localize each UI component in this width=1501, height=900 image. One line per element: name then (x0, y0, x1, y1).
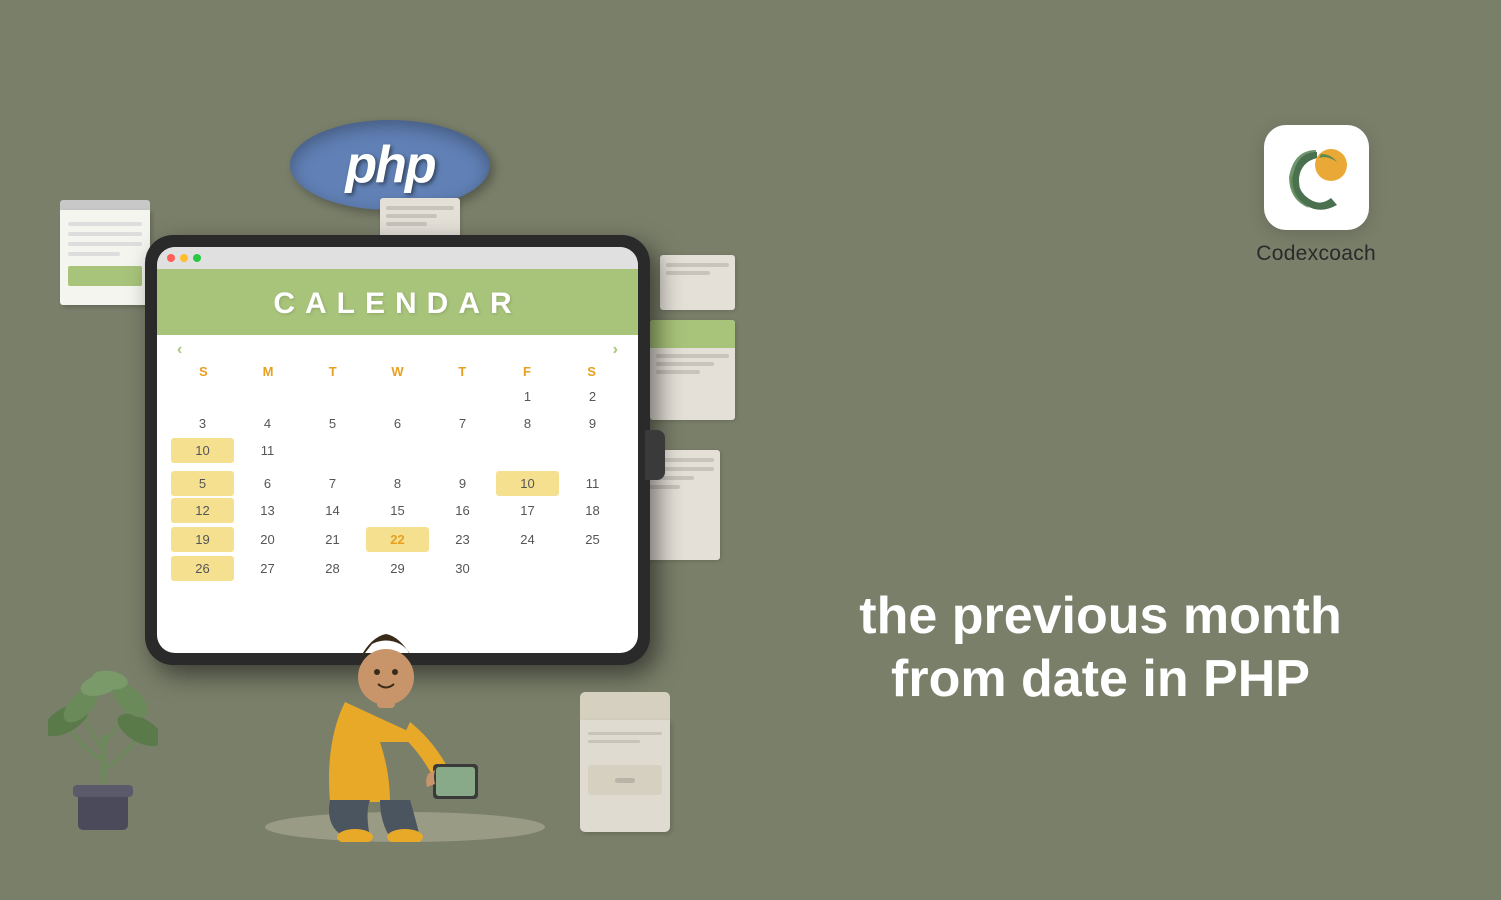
cal-day-11b: 11 (561, 471, 624, 496)
cabinet-furniture (580, 692, 670, 832)
day-headers: S M T W T F S (157, 361, 638, 382)
codexcoach-logo-box (1264, 125, 1369, 230)
calendar-nav: ‹ › (157, 335, 638, 361)
plant-illustration (48, 605, 158, 835)
cal-day-18: 18 (561, 498, 624, 523)
day-M: M (236, 361, 301, 382)
cal-day-9: 9 (561, 411, 624, 436)
person-illustration (215, 542, 595, 842)
day-T2: T (430, 361, 495, 382)
tablet-button (645, 430, 665, 480)
cal-day-15: 15 (366, 498, 429, 523)
calendar-days-row4: 12 13 14 15 16 17 18 (157, 496, 638, 525)
cal-day-6: 6 (366, 411, 429, 436)
cal-day-7b: 7 (301, 471, 364, 496)
dot-yellow (180, 254, 188, 262)
cal-day-7: 7 (431, 411, 494, 436)
deco-card-right-top (660, 255, 735, 310)
heading-line2: from date in PHP (760, 648, 1441, 710)
cal-day-8b: 8 (366, 471, 429, 496)
dot-green (193, 254, 201, 262)
codexcoach-branding: Codexcoach (1256, 125, 1376, 266)
calendar-days-row3: 5 6 7 8 9 10 11 (157, 471, 638, 496)
day-empty5 (431, 384, 494, 409)
day-S1: S (171, 361, 236, 382)
day-empty2 (236, 384, 299, 409)
cal-day-11: 11 (236, 438, 299, 463)
day-T1: T (300, 361, 365, 382)
cal-day-4: 4 (236, 411, 299, 436)
php-logo-text: php (345, 135, 434, 195)
cal-day-10b: 10 (496, 471, 559, 496)
cal-day-2: 2 (561, 384, 624, 409)
calendar-header: CALENDAR (157, 269, 638, 335)
codexcoach-logo-svg (1279, 140, 1354, 215)
cal-day-3: 3 (171, 411, 234, 436)
cal-day-6b: 6 (236, 471, 299, 496)
cal-day-9b: 9 (431, 471, 494, 496)
day-W: W (365, 361, 430, 382)
day-F: F (495, 361, 560, 382)
calendar-title: CALENDAR (273, 287, 521, 320)
cal-day-14: 14 (301, 498, 364, 523)
nav-next: › (613, 341, 618, 359)
php-logo: php (290, 120, 490, 210)
day-empty3 (301, 384, 364, 409)
nav-prev: ‹ (177, 341, 182, 359)
cal-day-1: 1 (496, 384, 559, 409)
day-empty4 (366, 384, 429, 409)
cal-day-13: 13 (236, 498, 299, 523)
browser-bar (157, 247, 638, 269)
cal-day-12: 12 (171, 498, 234, 523)
cal-day-17: 17 (496, 498, 559, 523)
heading-line1: the previous month (760, 585, 1441, 647)
cal-day-10: 10 (171, 438, 234, 463)
cal-day-5: 5 (301, 411, 364, 436)
notepad-topleft (60, 200, 155, 310)
day-S2: S (559, 361, 624, 382)
dot-red (167, 254, 175, 262)
codexcoach-name: Codexcoach (1256, 242, 1376, 266)
day-empty1 (171, 384, 234, 409)
cal-day-5b: 5 (171, 471, 234, 496)
main-heading: the previous month from date in PHP (760, 585, 1441, 710)
cal-day-16: 16 (431, 498, 494, 523)
deco-card-right-mid (650, 320, 735, 420)
calendar-days-grid: 1 2 3 4 5 6 7 8 9 10 11 (157, 382, 638, 471)
cal-day-8: 8 (496, 411, 559, 436)
